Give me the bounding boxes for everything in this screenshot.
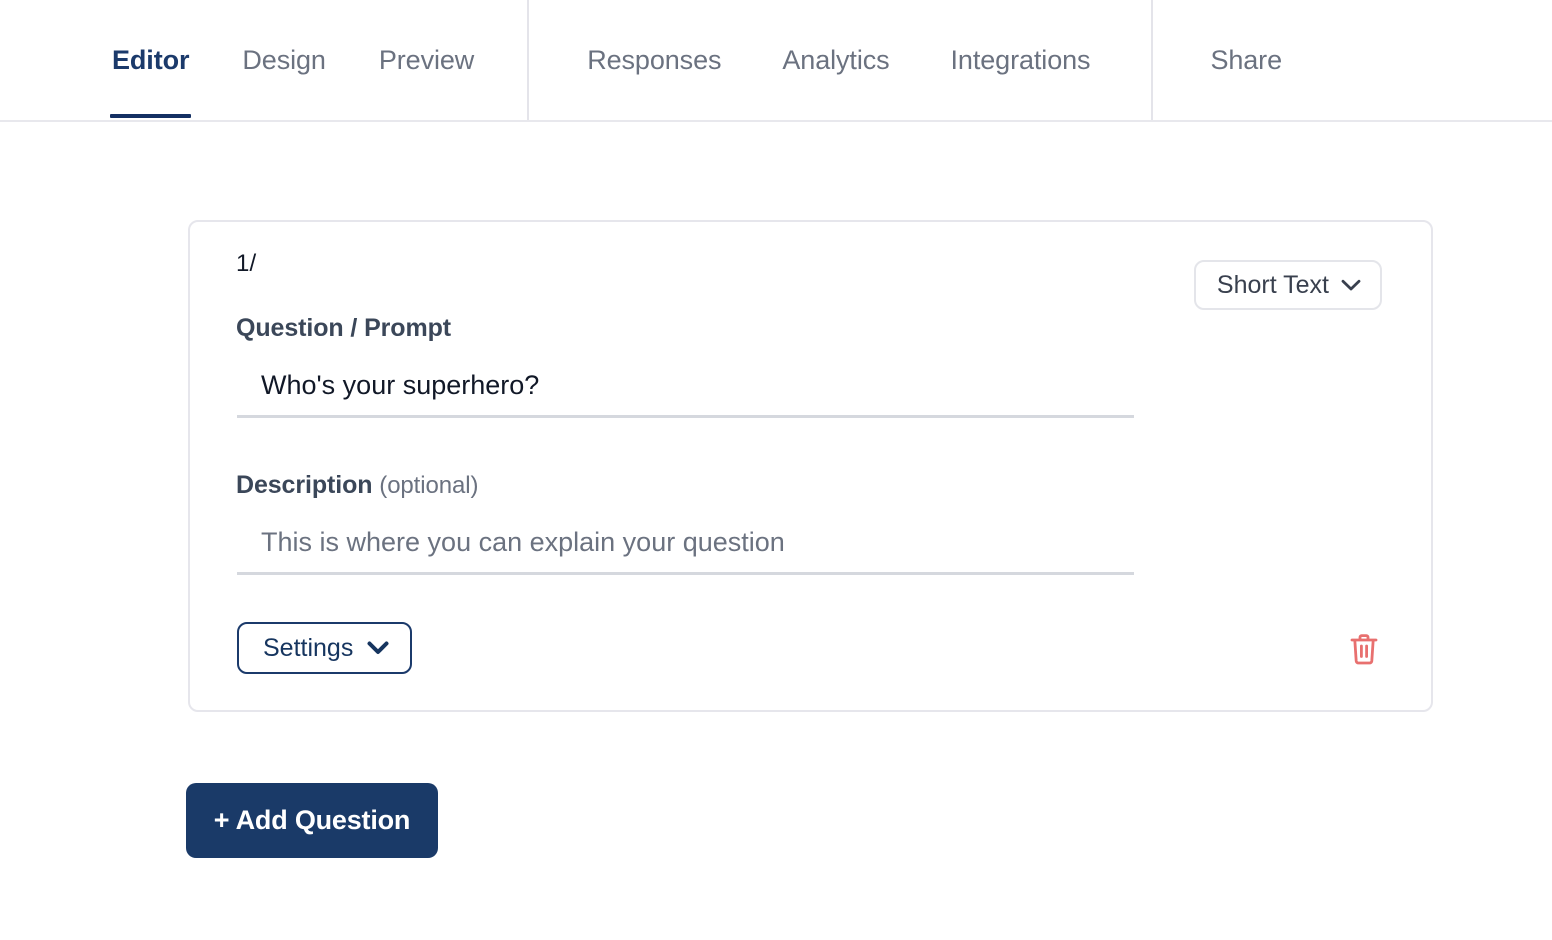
add-question-button[interactable]: + Add Question bbox=[186, 783, 438, 858]
tab-responses-label: Responses bbox=[587, 44, 722, 75]
description-input[interactable] bbox=[237, 527, 1134, 575]
tab-design-label: Design bbox=[242, 44, 326, 75]
tab-editor[interactable]: Editor bbox=[109, 0, 192, 120]
tab-share[interactable]: Share bbox=[1210, 0, 1282, 120]
question-number: 1/ bbox=[236, 250, 257, 277]
tab-group-distribute: Share bbox=[1151, 0, 1282, 120]
tab-integrations[interactable]: Integrations bbox=[951, 0, 1091, 120]
trash-icon bbox=[1348, 632, 1380, 669]
delete-question-button[interactable] bbox=[1344, 630, 1384, 670]
description-label: Description (optional) bbox=[236, 471, 478, 500]
tab-responses[interactable]: Responses bbox=[587, 0, 721, 120]
tab-analytics[interactable]: Analytics bbox=[782, 0, 889, 120]
question-type-value: Short Text bbox=[1216, 270, 1329, 299]
question-card: 1/ Short Text Question / Prompt Descript… bbox=[188, 220, 1433, 712]
tab-share-label: Share bbox=[1210, 44, 1282, 75]
tab-preview[interactable]: Preview bbox=[379, 0, 474, 120]
description-optional-text: (optional) bbox=[379, 472, 479, 499]
tab-editor-label: Editor bbox=[112, 44, 190, 75]
tab-preview-label: Preview bbox=[378, 44, 475, 75]
top-tab-bar: Editor Design Preview Responses Analytic… bbox=[0, 0, 1552, 122]
tab-analytics-label: Analytics bbox=[782, 44, 890, 75]
settings-button-label: Settings bbox=[263, 633, 354, 662]
question-prompt-input[interactable] bbox=[237, 370, 1134, 418]
tab-group-data: Responses Analytics Integrations bbox=[527, 0, 1151, 120]
question-prompt-label-text: Question / Prompt bbox=[236, 314, 451, 342]
question-prompt-label: Question / Prompt bbox=[236, 314, 451, 343]
question-type-select[interactable]: Short Text bbox=[1193, 260, 1382, 310]
tab-integrations-label: Integrations bbox=[950, 44, 1091, 75]
tab-group-builder: Editor Design Preview bbox=[0, 0, 527, 120]
tab-design[interactable]: Design bbox=[242, 0, 326, 120]
settings-button[interactable]: Settings bbox=[237, 622, 413, 674]
description-label-text: Description bbox=[236, 471, 373, 499]
chevron-down-icon bbox=[1341, 279, 1361, 292]
chevron-down-icon bbox=[367, 641, 389, 655]
